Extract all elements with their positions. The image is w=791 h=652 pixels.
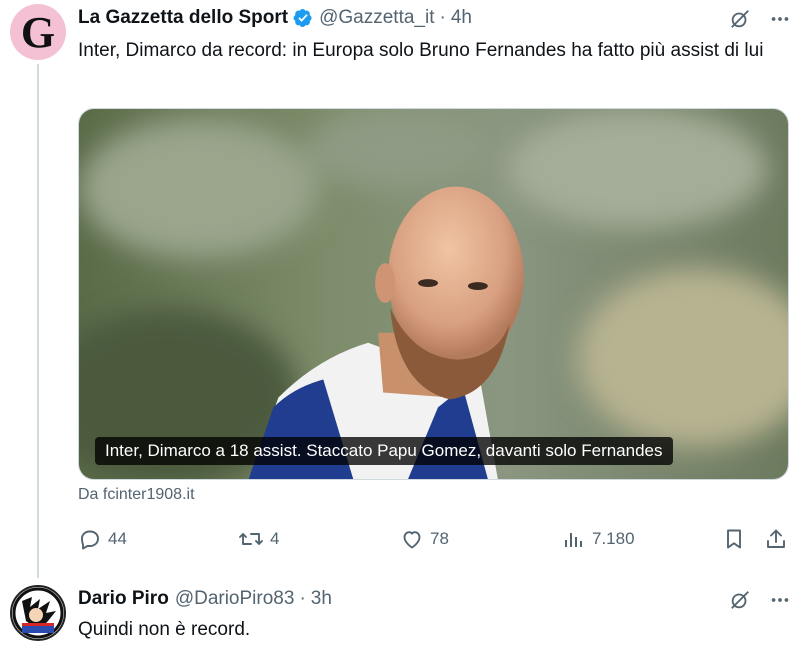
reply-time[interactable]: 3h: [311, 588, 332, 610]
tweet-media[interactable]: Inter, Dimarco a 18 assist. Staccato Pap…: [78, 108, 789, 480]
separator-dot: ·: [439, 7, 446, 28]
bookmark-icon: [727, 529, 741, 549]
tweet-text: Inter, Dimarco da record: in Europa solo…: [78, 40, 764, 61]
tweet-header: La Gazzetta dello Sport @Gazzetta_it · 4…: [78, 5, 472, 31]
share-button[interactable]: [764, 524, 791, 554]
link-source[interactable]: Da fcinter1908.it: [78, 486, 195, 504]
reply-separator-dot: ·: [299, 588, 306, 609]
like-icon: [403, 531, 421, 549]
tweet-top-actions: [729, 8, 791, 30]
avatar-letter: G: [20, 8, 56, 57]
verified-badge-icon: [293, 9, 312, 27]
player-photo: [79, 109, 788, 479]
reply-author-handle[interactable]: @DarioPiro83: [175, 588, 295, 610]
retweet-button[interactable]: 4: [238, 524, 279, 554]
retweet-icon: [239, 533, 263, 545]
grok-icon[interactable]: [729, 589, 751, 611]
dario-avatar-image: [12, 587, 64, 639]
tweet-time[interactable]: 4h: [451, 7, 472, 29]
grok-icon[interactable]: [729, 8, 751, 30]
media-caption: Inter, Dimarco a 18 assist. Staccato Pap…: [95, 437, 673, 465]
author-handle[interactable]: @Gazzetta_it: [319, 7, 434, 29]
retweet-count: 4: [270, 529, 280, 548]
reply-count: 44: [108, 529, 127, 548]
reply-text: Quindi non è record.: [78, 619, 251, 640]
more-icon[interactable]: [769, 8, 791, 30]
thread-connector-line: [37, 64, 39, 578]
reply-button[interactable]: 44: [78, 524, 127, 554]
like-count: 78: [430, 529, 449, 548]
gazzetta-avatar[interactable]: G: [10, 4, 66, 60]
bookmark-button[interactable]: [722, 524, 752, 554]
reply-top-actions: [729, 589, 791, 611]
reply-author-name[interactable]: Dario Piro: [78, 588, 169, 610]
views-count: 7.180: [592, 529, 635, 548]
share-icon: [767, 529, 785, 548]
views-button[interactable]: 7.180: [562, 524, 635, 554]
tweet-actions-bar: 44 4 78 7.180: [78, 524, 789, 554]
reply-header: Dario Piro @DarioPiro83 · 3h: [78, 586, 332, 612]
like-button[interactable]: 78: [400, 524, 449, 554]
dario-avatar[interactable]: [10, 585, 66, 641]
views-icon: [565, 533, 582, 547]
more-icon[interactable]: [769, 589, 791, 611]
reply-icon: [81, 530, 99, 550]
author-name[interactable]: La Gazzetta dello Sport: [78, 7, 288, 29]
